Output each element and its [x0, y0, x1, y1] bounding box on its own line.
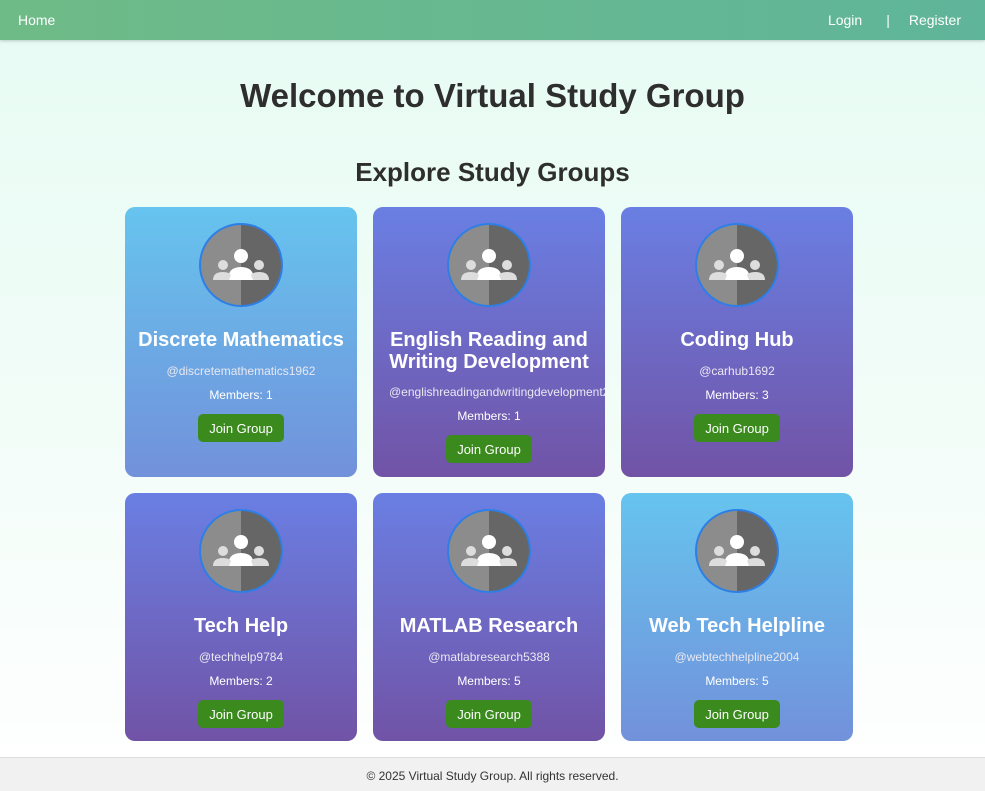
group-handle: @matlabresearch5388 — [428, 650, 550, 664]
group-icon — [695, 223, 779, 307]
group-members: Members: 3 — [705, 388, 769, 402]
join-group-button[interactable]: Join Group — [694, 414, 780, 442]
section-title: Explore Study Groups — [355, 157, 630, 187]
group-members: Members: 1 — [209, 388, 273, 402]
group-name: Tech Help — [193, 615, 289, 637]
group-members: Members: 5 — [457, 674, 521, 688]
group-members: Members: 2 — [209, 674, 273, 688]
group-icon — [199, 509, 283, 593]
group-icon — [695, 509, 779, 593]
group-card: MATLAB Research @matlabresearch5388 Memb… — [373, 493, 605, 741]
group-members: Members: 5 — [705, 674, 769, 688]
group-icon — [447, 509, 531, 593]
nav-login-link[interactable]: Login — [828, 12, 862, 28]
join-group-button[interactable]: Join Group — [446, 435, 532, 463]
group-icon — [447, 223, 531, 307]
group-handle: @webtechhelpline2004 — [674, 650, 800, 664]
group-name: English Reading and Writing Development — [389, 329, 589, 373]
join-group-button[interactable]: Join Group — [694, 700, 780, 728]
page-title: Welcome to Virtual Study Group — [240, 77, 745, 114]
group-card: Web Tech Helpline @webtechhelpline2004 M… — [621, 493, 853, 741]
group-card: Coding Hub @carhub1692 Members: 3 Join G… — [621, 207, 853, 477]
join-group-button[interactable]: Join Group — [446, 700, 532, 728]
study-groups-grid: Discrete Mathematics @discretemathematic… — [125, 207, 853, 741]
group-card: Tech Help @techhelp9784 Members: 2 Join … — [125, 493, 357, 741]
group-handle: @discretemathematics1962 — [166, 364, 316, 378]
group-name: Coding Hub — [680, 329, 794, 351]
top-navbar: Home Login | Register — [0, 0, 985, 40]
group-card: Discrete Mathematics @discretemathematic… — [125, 207, 357, 477]
nav-register-link[interactable]: Register — [909, 12, 961, 28]
group-handle: @carhub1692 — [699, 364, 775, 378]
join-group-button[interactable]: Join Group — [198, 414, 284, 442]
group-handle: @englishreadingandwritingdevelopment2015 — [389, 385, 605, 399]
group-card: English Reading and Writing Development … — [373, 207, 605, 477]
nav-home-link[interactable]: Home — [18, 12, 55, 28]
group-icon — [199, 223, 283, 307]
group-name: Discrete Mathematics — [138, 329, 344, 351]
nav-auth-links: Login | Register — [828, 12, 967, 28]
footer: © 2025 Virtual Study Group. All rights r… — [0, 757, 985, 791]
nav-separator: | — [886, 12, 890, 28]
join-group-button[interactable]: Join Group — [198, 700, 284, 728]
group-members: Members: 1 — [457, 409, 521, 423]
group-handle: @techhelp9784 — [198, 650, 284, 664]
group-name: MATLAB Research — [399, 615, 579, 637]
group-name: Web Tech Helpline — [649, 615, 825, 637]
